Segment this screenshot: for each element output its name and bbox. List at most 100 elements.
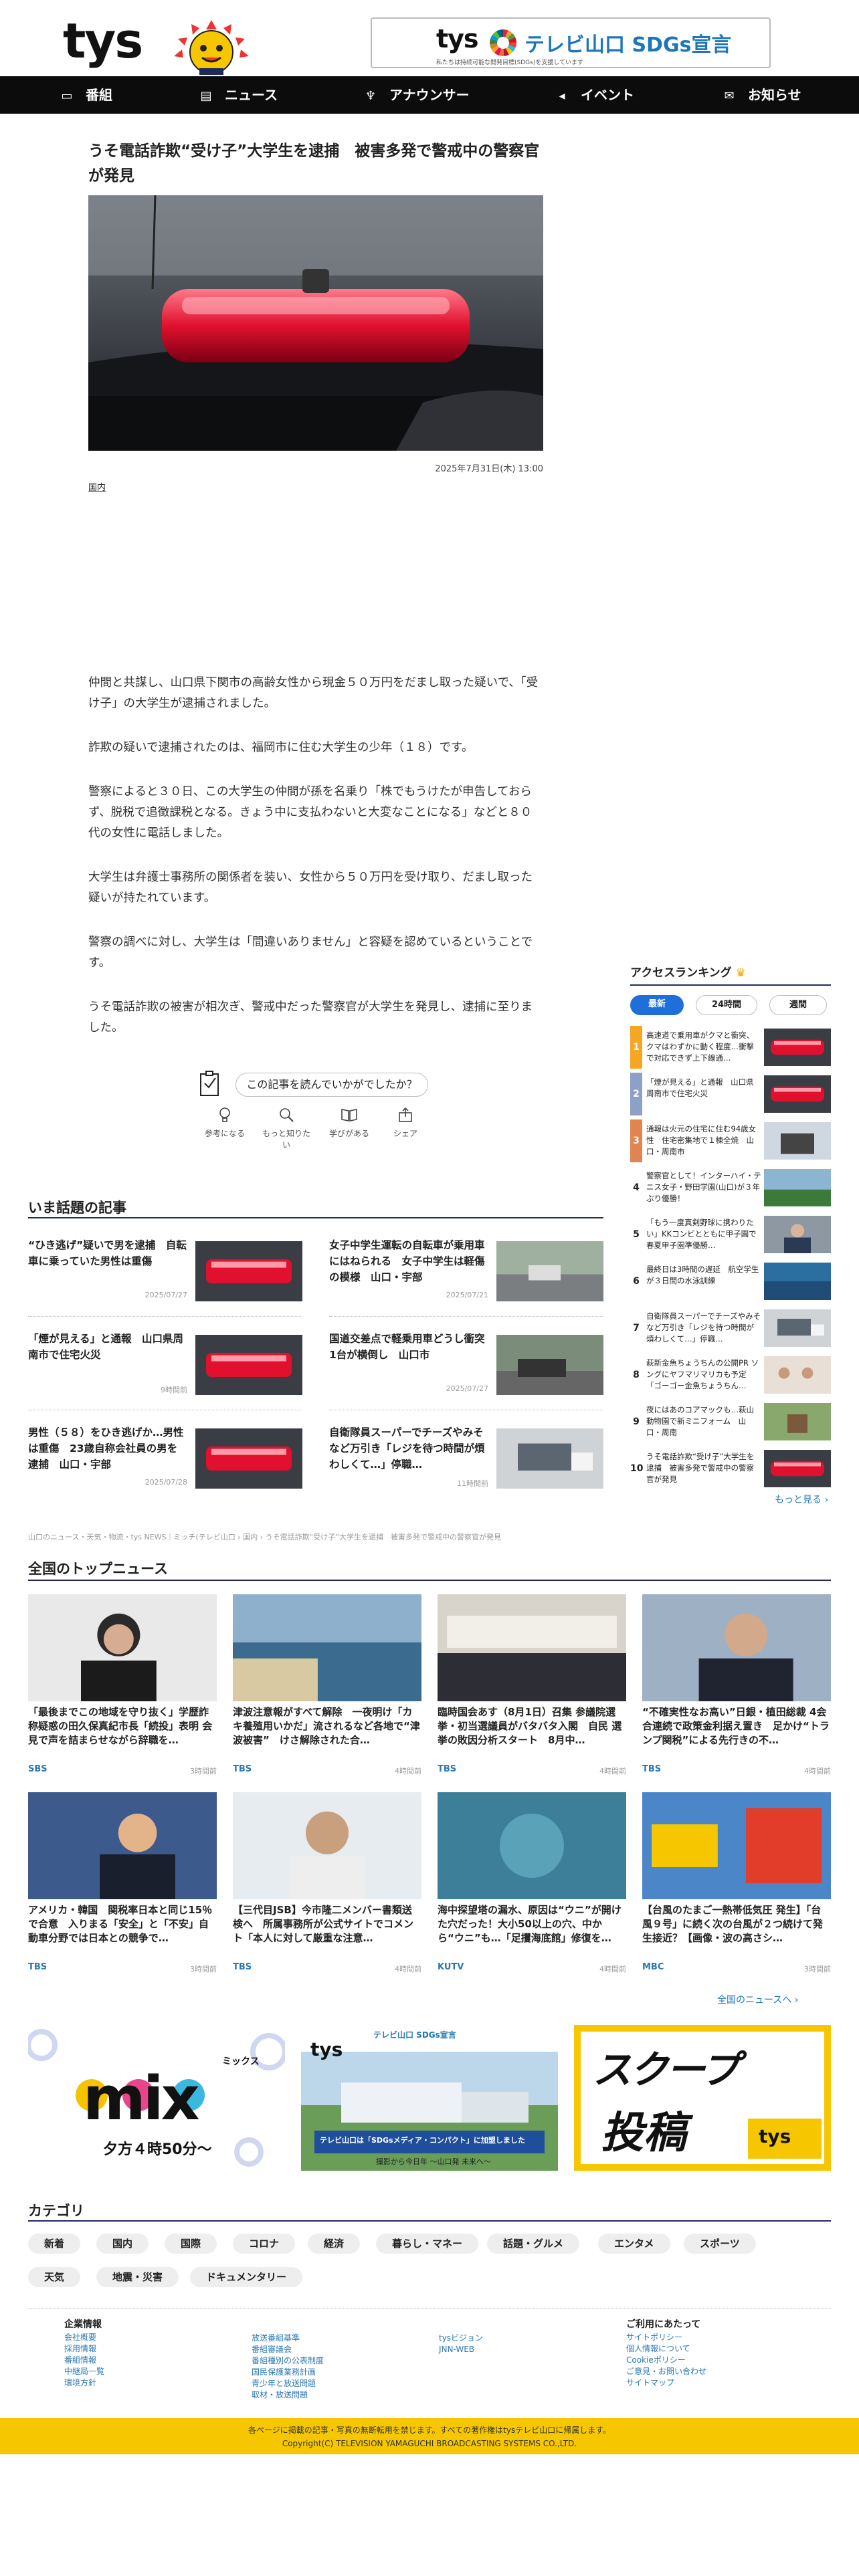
nav-announcers[interactable]: ♆ アナウンサー bbox=[364, 76, 470, 114]
footer-link[interactable]: JNN-WEB bbox=[439, 2344, 483, 2355]
footer-link[interactable]: サイトポリシー bbox=[626, 2332, 706, 2343]
ranking-item[interactable]: 5 「もう一度真剣野球に携わりたい」KKコンビとともに甲子園で春夏甲子園準優勝… bbox=[630, 1213, 831, 1256]
ranking-item[interactable]: 4 警察官として！インターハイ・テニス女子・野田学園(山口)が３年ぶり優勝！ bbox=[630, 1166, 831, 1209]
national-news-card[interactable]: 【三代目JSB】今市隆二メンバー書類送検へ 所属事務所が公式サイトでコメント「本… bbox=[233, 1792, 421, 1979]
category-chip[interactable]: エンタメ bbox=[598, 2234, 670, 2254]
nav-programs[interactable]: ▭ 番組 bbox=[60, 76, 112, 114]
ranking-item[interactable]: 8 萩新金魚ちょうちんの公開PR ソングにヤフマリマリカも予定「ゴーゴー金魚ちょう… bbox=[630, 1354, 831, 1396]
national-news-card[interactable]: 「最後までこの地域を守り抜く」学歴詐称疑惑の田久保真紀市長「続投」表明 会見で声… bbox=[28, 1594, 217, 1782]
reaction-label: シェア bbox=[393, 1129, 417, 1138]
ranking-number: 9 bbox=[633, 1416, 640, 1427]
ranking-more-link[interactable]: もっと見る › bbox=[775, 1493, 828, 1506]
ranking-item-title: 通報は火元の住宅に住む94歳女性 住宅密集地で１棟全焼 山口・周南市 bbox=[646, 1124, 757, 1156]
tys-logo[interactable]: tys bbox=[63, 13, 143, 68]
footer-col-broadcast: 放送番組基準 番組審議会 番組種別の公表制度 国民保護業務計画 青少年と放送問題 取材・放… bbox=[252, 2333, 324, 2401]
feedback-button[interactable]: この記事を読んでいかがでしたか？ bbox=[235, 1073, 428, 1097]
footer-col-vision: tysビジョン JNN-WEB bbox=[439, 2333, 483, 2355]
ranking-item-title: 自衛隊員スーパーでチーズやみそなど万引き「レジを待つ時間が煩わしくて…」停職… bbox=[646, 1311, 761, 1344]
news-source: TBS bbox=[28, 1962, 47, 1972]
footer-link[interactable]: Cookieポリシー bbox=[626, 2355, 706, 2366]
ranking-item-thumbnail bbox=[764, 1403, 831, 1440]
footer-link[interactable]: tysビジョン bbox=[439, 2333, 483, 2344]
ranking-item[interactable]: 1 高速道で乗用車がクマと衝突、クマはわずかに動く程度…衝撃で対応できず上下線通… bbox=[630, 1026, 831, 1069]
ranking-item[interactable]: 3 通報は火元の住宅に住む94歳女性 住宅密集地で１棟全焼 山口・周南市 bbox=[630, 1119, 831, 1162]
popular-item-title: 「煙が見える」と通報 山口県周南市で住宅火災 bbox=[28, 1333, 184, 1361]
article-category-link[interactable]: 国内 bbox=[88, 480, 106, 493]
category-chip[interactable]: ドキュメンタリー bbox=[190, 2267, 303, 2287]
nav-news[interactable]: ▤ ニュース bbox=[199, 76, 278, 114]
footer-link[interactable]: 青少年と放送問題 bbox=[252, 2378, 324, 2389]
footer-link[interactable]: 取材・放送問題 bbox=[252, 2389, 324, 2401]
ranking-item[interactable]: 10 うそ電話詐欺“受け子”大学生を逮捕 被害多発で警戒中の警察官が発見 bbox=[630, 1447, 831, 1490]
popular-item[interactable]: 自衛隊員スーパーでチーズやみそなど万引き「レジを待つ時間が煩わしくて…」停職… 1… bbox=[329, 1424, 603, 1491]
ranking-item-title: 高速道で乗用車がクマと衝突、クマはわずかに動く程度…衝撃で対応できず上下線通… bbox=[646, 1031, 754, 1063]
mascot-logo[interactable] bbox=[170, 19, 253, 76]
national-news-card[interactable]: 海中探望塔の漏水、原因は“ウニ”が開けた穴だった！大小50以上の穴、中から“ウニ… bbox=[438, 1792, 626, 1979]
footer-link[interactable]: 番組審議会 bbox=[252, 2344, 324, 2355]
popular-item[interactable]: 国道交差点で軽乗用車どうし衝突 1台が横倒し 山口市 2025/07/27 bbox=[329, 1331, 603, 1398]
category-chip[interactable]: スポーツ bbox=[684, 2234, 756, 2254]
breadcrumb[interactable]: 山口のニュース・天気・物流・tys NEWS｜ミッチ(テレビ山口 › 国内 › … bbox=[28, 1531, 697, 1542]
ranking-item[interactable]: 9 夜にはあのコアマックも…萩山動物園で新ミニフォーム 山口・周南 bbox=[630, 1400, 831, 1443]
footer-link[interactable]: 放送番組基準 bbox=[252, 2333, 324, 2344]
footer-link[interactable]: 番組種別の公表制度 bbox=[252, 2355, 324, 2367]
reaction-more[interactable]: もっと知りたい bbox=[260, 1106, 313, 1150]
scoop-post-banner[interactable]: スクープ 投稿 tys bbox=[574, 2025, 831, 2171]
copyright-notice: 各ページに掲載の記事・写真の無断転用を禁じます。すべての著作権はtysテレビ山口… bbox=[248, 2426, 611, 2435]
national-heading-rule bbox=[28, 1580, 831, 1581]
national-news-card[interactable]: 【台風のたまご一熱帯低気圧 発生】「台風９号」に続く次の台風が２つ続けて発生接近… bbox=[642, 1792, 831, 1979]
footer-link[interactable]: 中継局一覧 bbox=[64, 2366, 104, 2377]
sdgs-media-banner[interactable]: テレビ山口 SDGs宣言 tys テレビ山口は「SDGsメディア・コンパクト」に… bbox=[301, 2025, 558, 2171]
reaction-helpful[interactable]: 参考になる bbox=[198, 1106, 252, 1139]
category-chip[interactable]: 新着 bbox=[28, 2234, 81, 2254]
mix-program-banner[interactable]: mix ミックス 夕方４時50分～ bbox=[28, 2025, 285, 2171]
ranking-item[interactable]: 6 最終日は3時間の遅延 航空学生が３日間の水泳訓練 bbox=[630, 1260, 831, 1303]
article-title: うそ電話詐欺“受け子”大学生を逮捕 被害多発で警戒中の警察官が発見 bbox=[88, 142, 540, 185]
sdgs-declaration-banner[interactable]: tys テレビ山口 SDGs宣言 私たちは持続可能な開発目標(SDGs)を支援し… bbox=[371, 17, 771, 68]
category-chip[interactable]: 経済 bbox=[308, 2234, 361, 2254]
popular-item[interactable]: “ひき逃げ”疑いで男を逮捕 自転車に乗っていた男性は重傷 2025/07/27 bbox=[28, 1237, 302, 1304]
category-chip[interactable]: コロナ bbox=[233, 2234, 296, 2254]
reaction-share[interactable]: シェア bbox=[379, 1106, 432, 1139]
category-chip[interactable]: 地震・災害 bbox=[96, 2267, 179, 2287]
national-news-card[interactable]: “不確実性なお高い”日銀・植田総裁 4会合連続で政策金利据え置き 足かけ“トラン… bbox=[642, 1594, 831, 1782]
nav-notices[interactable]: ✉ お知らせ bbox=[723, 76, 801, 114]
popular-item[interactable]: 女子中学生運転の自転車が乗用車にはねられる 女子中学生は軽傷の模様 山口・宇部 2… bbox=[329, 1237, 603, 1304]
footer-link[interactable]: 番組情報 bbox=[64, 2355, 104, 2366]
category-chip[interactable]: 国内 bbox=[96, 2234, 149, 2254]
footer-link[interactable]: 国民保護業務計画 bbox=[252, 2367, 324, 2378]
footer-link[interactable]: サイトマップ bbox=[626, 2377, 706, 2389]
national-news-card[interactable]: 臨時国会あす（8月1日）召集 参議院選挙・初当選議員がバタバタ入閣 自民 選挙の… bbox=[438, 1594, 626, 1782]
footer-link[interactable]: 会社概要 bbox=[64, 2332, 104, 2343]
category-chip[interactable]: 天気 bbox=[28, 2267, 81, 2287]
ranking-tab-24h[interactable]: 24時間 bbox=[696, 995, 757, 1015]
footer-link[interactable]: 採用情報 bbox=[64, 2343, 104, 2355]
category-chip[interactable]: 話題・グルメ bbox=[487, 2234, 580, 2254]
sdgs-subtitle: 私たちは持続可能な開発目標(SDGs)を支援しています bbox=[436, 60, 584, 66]
news-source: KUTV bbox=[438, 1962, 464, 1972]
ranking-item-title: 「もう一度真剣野球に携わりたい」KKコンビとともに甲子園で春夏甲子園準優勝… bbox=[646, 1218, 757, 1250]
news-time: 4時間前 bbox=[599, 1965, 626, 1973]
popular-item[interactable]: 「煙が見える」と通報 山口県周南市で住宅火災 9時間前 bbox=[28, 1331, 302, 1398]
nav-label: お知らせ bbox=[748, 87, 801, 103]
sdgs-banner-top: テレビ山口 SDGs宣言 bbox=[373, 2030, 456, 2040]
category-chip[interactable]: 国際 bbox=[165, 2234, 217, 2254]
popular-item-thumbnail bbox=[195, 1241, 302, 1301]
popular-item[interactable]: 男性（５８）をひき逃げか…男性は重傷 23歳自称会社員の男を逮捕 山口・宇部 20… bbox=[28, 1424, 302, 1491]
national-more-link[interactable]: 全国のニュースへ › bbox=[717, 1993, 798, 2006]
popular-item-date: 2025/07/27 bbox=[446, 1384, 488, 1393]
ranking-item[interactable]: 7 自衛隊員スーパーでチーズやみそなど万引き「レジを待つ時間が煩わしくて…」停職… bbox=[630, 1307, 831, 1350]
ranking-item[interactable]: 2 「煙が見える」と通報 山口県周南市で住宅火災 bbox=[630, 1073, 831, 1115]
national-news-card[interactable]: 津波注意報がすべて解除 一夜明け「カキ養殖用いかだ」流されるなど各地で“津波被害… bbox=[233, 1594, 421, 1782]
ranking-number: 3 bbox=[630, 1119, 642, 1162]
feedback-prompt: この記事を読んでいかがでしたか？ bbox=[198, 1067, 434, 1099]
category-chip[interactable]: 暮らし・マネー bbox=[376, 2234, 479, 2254]
nav-events[interactable]: ◂ イベント bbox=[555, 76, 634, 114]
footer-link[interactable]: ご意見・お問い合わせ bbox=[626, 2366, 706, 2377]
reaction-learn[interactable]: 学びがある bbox=[322, 1106, 376, 1139]
ranking-tab-weekly[interactable]: 週間 bbox=[769, 995, 827, 1015]
ranking-tab-latest[interactable]: 最新 bbox=[630, 995, 684, 1015]
national-news-card[interactable]: アメリカ・韓国 関税率日本と同じ15％で合意 入りまる「安全」と「不安」自動車分… bbox=[28, 1792, 217, 1979]
footer-link[interactable]: 環境方針 bbox=[64, 2377, 104, 2389]
footer-link[interactable]: 個人情報について bbox=[626, 2343, 706, 2355]
